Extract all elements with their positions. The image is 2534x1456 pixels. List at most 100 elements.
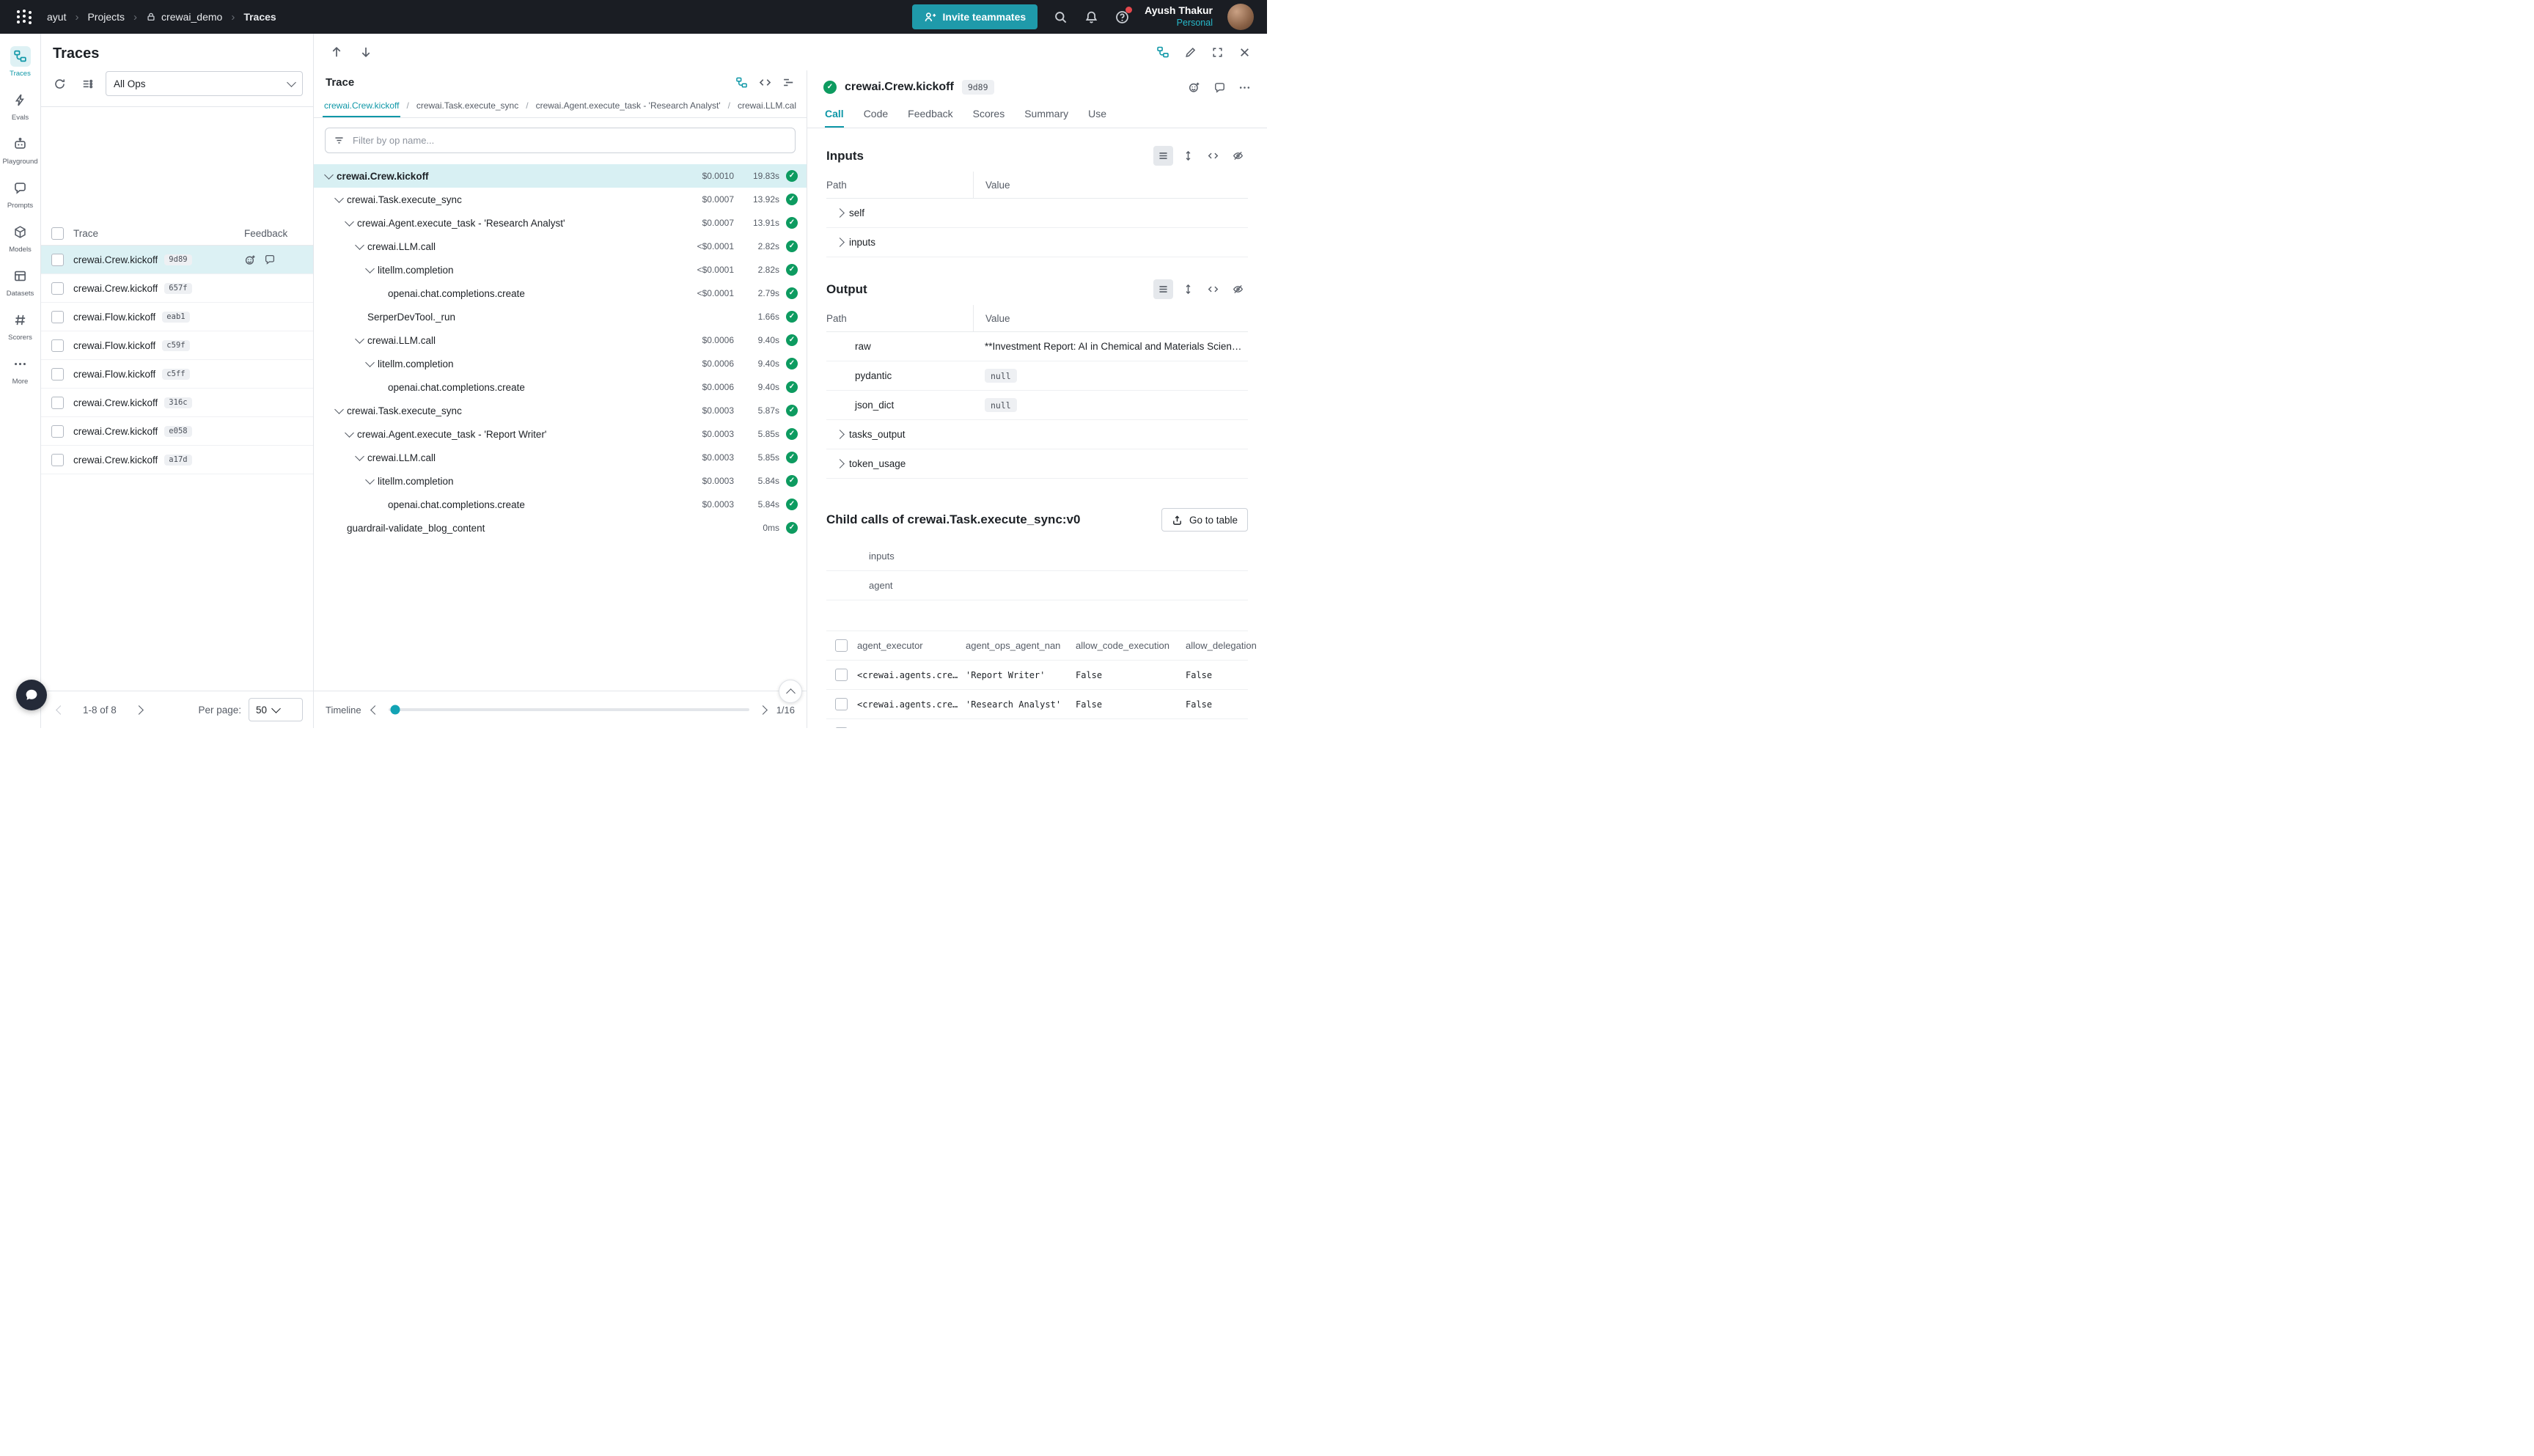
output-value[interactable]: **Investment Report: AI in Chemical and …: [973, 341, 1248, 352]
tab-code[interactable]: Code: [864, 100, 888, 128]
add-reaction-icon[interactable]: [1188, 81, 1201, 94]
tab-feedback[interactable]: Feedback: [908, 100, 952, 128]
tab-summary[interactable]: Summary: [1024, 100, 1068, 128]
list-view-icon[interactable]: [1153, 279, 1173, 299]
trace-tree-row[interactable]: openai.chat.completions.create <$0.0001 …: [314, 282, 807, 305]
per-page-dropdown[interactable]: 50: [249, 698, 303, 721]
row-checkbox[interactable]: [51, 368, 64, 380]
sidebar-item-more[interactable]: More: [0, 348, 40, 391]
hide-values-eye-off-icon[interactable]: [1228, 146, 1248, 166]
breadcrumb-project[interactable]: crewai_demo: [146, 11, 222, 23]
fullscreen-icon[interactable]: [1211, 46, 1224, 59]
row-checkbox[interactable]: [51, 311, 64, 323]
op-name-filter-input[interactable]: [351, 134, 787, 147]
trace-list-row[interactable]: crewai.Crew.kickoff9d89: [41, 246, 313, 274]
call-id-chip[interactable]: 9d89: [962, 80, 994, 95]
row-checkbox[interactable]: [51, 397, 64, 409]
chevron-down-icon[interactable]: [364, 479, 376, 483]
expand-rows-icon[interactable]: [1178, 146, 1198, 166]
row-checkbox[interactable]: [835, 727, 848, 728]
code-view-icon[interactable]: [1203, 279, 1223, 299]
trace-list-row[interactable]: crewai.Crew.kickoffa17d: [41, 446, 313, 474]
breadcrumb-projects[interactable]: Projects: [87, 11, 125, 23]
trace-list-row[interactable]: crewai.Crew.kickoff657f: [41, 274, 313, 303]
expand-toggle[interactable]: self: [826, 207, 973, 218]
comment-icon[interactable]: [264, 254, 276, 265]
sidebar-item-models[interactable]: Models: [0, 216, 40, 260]
trace-name[interactable]: crewai.Flow.kickoff: [73, 312, 155, 323]
trace-list-row[interactable]: crewai.Crew.kickoff316c: [41, 389, 313, 417]
chevron-down-icon[interactable]: [343, 221, 356, 225]
row-checkbox[interactable]: [51, 339, 64, 352]
timeline-next-icon[interactable]: [758, 705, 768, 715]
row-checkbox[interactable]: [51, 454, 64, 466]
timeline-slider-knob[interactable]: [391, 705, 400, 715]
sidebar-item-prompts[interactable]: Prompts: [0, 172, 40, 216]
table-row[interactable]: [826, 719, 1248, 728]
path-tab[interactable]: crewai.LLM.cal: [736, 94, 798, 117]
user-menu[interactable]: Ayush Thakur Personal: [1145, 4, 1213, 29]
trace-list-row[interactable]: crewai.Flow.kickoffc5ff: [41, 360, 313, 389]
tree-view-icon[interactable]: [735, 76, 748, 89]
trace-name[interactable]: crewai.Crew.kickoff: [73, 426, 158, 437]
trace-name[interactable]: crewai.Crew.kickoff: [73, 254, 158, 265]
invite-teammates-button[interactable]: Invite teammates: [912, 4, 1038, 29]
close-icon[interactable]: [1238, 46, 1251, 59]
chevron-down-icon[interactable]: [323, 174, 335, 178]
trace-list-row[interactable]: crewai.Crew.kickoffe058: [41, 417, 313, 446]
path-tab[interactable]: crewai.Agent.execute_task - 'Research An…: [535, 94, 722, 117]
avatar[interactable]: [1227, 4, 1254, 30]
code-view-icon[interactable]: [1203, 146, 1223, 166]
expand-rows-icon[interactable]: [1178, 279, 1198, 299]
next-call-arrow-down-icon[interactable]: [359, 45, 372, 59]
trace-list-row[interactable]: crewai.Flow.kickoffeab1: [41, 303, 313, 331]
path-tab[interactable]: crewai.Crew.kickoff: [323, 94, 400, 117]
select-all-checkbox[interactable]: [835, 639, 848, 652]
column-header[interactable]: agent_executor: [857, 640, 966, 651]
column-header[interactable]: agent_ops_agent_nan: [966, 640, 1076, 651]
trace-name[interactable]: crewai.Crew.kickoff: [73, 283, 158, 294]
trace-tree-row[interactable]: litellm.completion <$0.0001 2.82s: [314, 258, 807, 282]
sidebar-item-scorers[interactable]: Scorers: [0, 304, 40, 348]
trace-tree-row[interactable]: SerperDevTool._run 1.66s: [314, 305, 807, 328]
chevron-down-icon[interactable]: [333, 409, 345, 413]
trace-tree-row[interactable]: crewai.Task.execute_sync $0.0007 13.92s: [314, 188, 807, 211]
chevron-down-icon[interactable]: [353, 456, 366, 460]
column-header[interactable]: allow_delegation: [1186, 640, 1267, 651]
trace-tree-row[interactable]: crewai.Crew.kickoff $0.0010 19.83s: [314, 164, 807, 188]
expand-toggle[interactable]: token_usage: [826, 458, 973, 469]
chevron-down-icon[interactable]: [333, 198, 345, 202]
sidebar-item-datasets[interactable]: Datasets: [0, 260, 40, 304]
row-checkbox[interactable]: [835, 669, 848, 681]
collapse-timeline-button[interactable]: [779, 680, 802, 703]
chevron-down-icon[interactable]: [353, 339, 366, 342]
row-checkbox[interactable]: [51, 254, 64, 266]
row-checkbox[interactable]: [835, 698, 848, 710]
trace-tree-row[interactable]: openai.chat.completions.create $0.0006 9…: [314, 375, 807, 399]
trace-tree-row[interactable]: guardrail-validate_blog_content 0ms: [314, 516, 807, 540]
refresh-button[interactable]: [50, 74, 69, 93]
trace-tree-row[interactable]: crewai.Task.execute_sync $0.0003 5.87s: [314, 399, 807, 422]
trace-name[interactable]: crewai.Crew.kickoff: [73, 455, 158, 466]
sidebar-item-evals[interactable]: Evals: [0, 84, 40, 128]
row-checkbox[interactable]: [51, 425, 64, 438]
trace-tree-row[interactable]: litellm.completion $0.0003 5.84s: [314, 469, 807, 493]
table-row[interactable]: <crewai.agents.cre... 'Report Writer' Fa…: [826, 661, 1248, 690]
tab-use[interactable]: Use: [1088, 100, 1106, 128]
breadcrumb-page[interactable]: Traces: [243, 11, 276, 23]
select-all-checkbox[interactable]: [51, 227, 64, 240]
ops-filter-dropdown[interactable]: All Ops: [106, 71, 303, 96]
hide-values-eye-off-icon[interactable]: [1228, 279, 1248, 299]
trace-tree-row[interactable]: crewai.LLM.call <$0.0001 2.82s: [314, 235, 807, 258]
sidebar-item-traces[interactable]: Traces: [0, 40, 40, 84]
trace-tree-row[interactable]: openai.chat.completions.create $0.0003 5…: [314, 493, 807, 516]
code-view-icon[interactable]: [759, 76, 771, 89]
add-reaction-icon[interactable]: [244, 254, 257, 266]
chevron-down-icon[interactable]: [364, 362, 376, 366]
timeline-prev-icon[interactable]: [370, 705, 380, 715]
trace-tree-row[interactable]: crewai.Agent.execute_task - 'Research An…: [314, 211, 807, 235]
overflow-menu-icon[interactable]: [1238, 81, 1251, 94]
expand-toggle[interactable]: tasks_output: [826, 429, 973, 440]
breadcrumb-entity[interactable]: ayut: [47, 11, 66, 23]
prev-call-arrow-up-icon[interactable]: [330, 45, 343, 59]
